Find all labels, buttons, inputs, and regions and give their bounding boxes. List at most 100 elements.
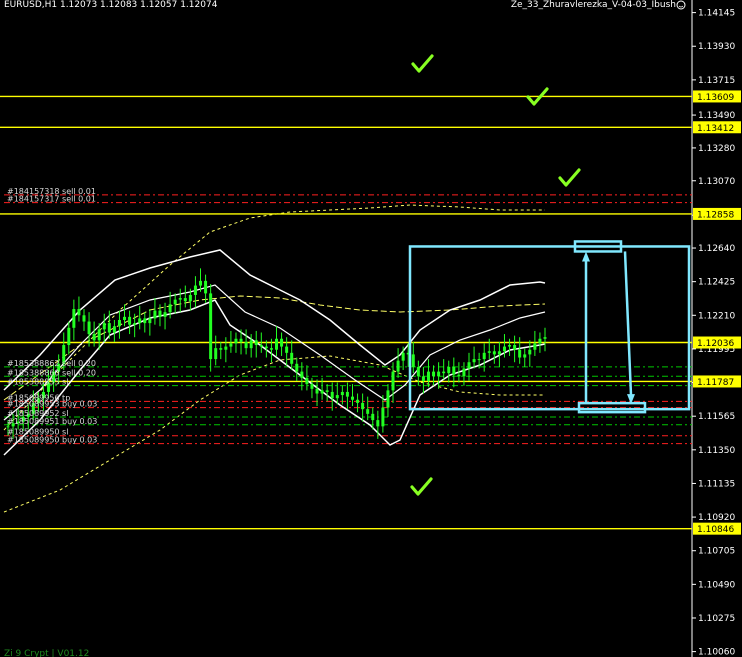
candle-body (391, 371, 395, 391)
candle-body (462, 368, 466, 377)
order-label: #185388855 sl (7, 378, 68, 387)
y-tick-label: 1.12640 (698, 244, 735, 254)
y-tick-label: 1.10060 (698, 648, 735, 657)
candle-body (350, 396, 354, 400)
candle-body (82, 315, 86, 322)
check-icon (411, 54, 434, 73)
candle-body (320, 390, 324, 394)
chart-window[interactable]: 1.14145 1.13930 1.13715 1.13490 1.13280 1.130… (0, 0, 742, 657)
candle-body (188, 294, 192, 302)
smiley-icon (676, 0, 686, 10)
candle-body (148, 318, 152, 324)
order-label: #185388860 sell 0.20 (7, 368, 96, 377)
candle-body (508, 345, 512, 347)
candle-body (467, 362, 471, 369)
candle-body (386, 390, 390, 408)
candle-body (234, 338, 238, 344)
candle-body (452, 366, 456, 375)
candle-body (437, 371, 441, 377)
candle-body (199, 280, 203, 286)
up-arrow-head (582, 251, 590, 262)
y-tick-label: 1.11565 (698, 412, 735, 422)
candle-body (340, 391, 344, 396)
ea-name: Ze_33_Zhuravlerezka_V-04-03_Ibush (510, 0, 676, 10)
y-tick-label: 1.12425 (698, 278, 735, 288)
candle-body (275, 338, 278, 350)
level-price-label: 1.12036 (697, 339, 734, 349)
candle-body (153, 310, 157, 319)
candle-body (366, 409, 370, 414)
candle-body (77, 309, 81, 316)
level-price-label: 1.10846 (697, 525, 734, 535)
candle-body (97, 329, 101, 341)
candle-body (416, 366, 420, 377)
footer-label: Zi 9 Crypt | V01.12 (4, 649, 90, 657)
candle-body (442, 371, 446, 374)
candle-body (249, 340, 253, 349)
target-box (408, 245, 691, 411)
y-tick-label: 1.13280 (698, 144, 735, 154)
candle-body (112, 326, 116, 333)
check-icon (558, 168, 581, 187)
candle-body (401, 352, 405, 361)
candle-body (128, 316, 132, 325)
candle-body (432, 371, 436, 377)
candle-body (117, 319, 121, 327)
candle-body (345, 391, 349, 397)
candle-body (381, 407, 385, 427)
candle-body (472, 359, 476, 363)
candle-body (143, 318, 147, 324)
candle-body (259, 345, 263, 347)
candle-body (158, 310, 162, 317)
candle-body (87, 321, 91, 335)
candle-body (528, 349, 532, 355)
candle-body (538, 338, 542, 344)
candle-body (335, 395, 339, 399)
price-chart[interactable]: 1.14145 1.13930 1.13715 1.13490 1.13280 1.130… (0, 0, 742, 657)
candle-body (543, 337, 547, 339)
y-tick-label: 1.13490 (698, 111, 735, 121)
down-arrow-line (623, 251, 633, 396)
y-tick-label: 1.11350 (698, 446, 735, 456)
candle-body (183, 298, 187, 302)
candle-body (325, 390, 329, 392)
candle-body (193, 285, 197, 295)
candle-body (102, 323, 106, 330)
smiley-mouth (678, 5, 684, 8)
candle-body (269, 348, 273, 350)
y-tick-label: 1.13930 (698, 42, 735, 52)
candle-body (371, 413, 375, 421)
candle-body (477, 359, 481, 361)
candle-body (178, 298, 182, 300)
order-label: #185089950 buy 0.03 (7, 436, 97, 445)
y-tick-label: 1.10275 (698, 614, 735, 624)
y-tick-label: 1.10920 (698, 513, 735, 523)
y-tick-label: 1.10490 (698, 580, 735, 590)
candle-body (163, 312, 167, 317)
y-tick-label: 1.12210 (698, 311, 735, 321)
candle-body (244, 341, 248, 349)
candle-body (133, 323, 137, 325)
candle-body (229, 343, 233, 347)
candle-body (310, 384, 314, 389)
level-price-label: 1.13609 (697, 93, 734, 103)
candle-body (295, 363, 299, 372)
order-label: #185089951 buy 0.03 (7, 417, 97, 426)
candle-body (107, 323, 111, 333)
candle-body (426, 371, 430, 381)
level-price-label: 1.13412 (697, 124, 734, 134)
candle-body (254, 340, 258, 346)
candle-body (92, 334, 96, 341)
candle-body (361, 402, 365, 410)
y-tick-label: 1.11135 (698, 479, 735, 489)
candle-body (138, 318, 142, 324)
candle-body (315, 388, 319, 394)
y-tick-label: 1.10705 (698, 547, 735, 557)
symbol-info: EURUSD,H1 1.12073 1.12083 1.12057 1.1207… (4, 0, 218, 10)
candle-body (72, 309, 76, 328)
check-icon (410, 477, 433, 496)
candle-body (376, 420, 380, 427)
candle-body (239, 338, 243, 342)
candle-body (173, 299, 177, 305)
candle-body (67, 327, 71, 346)
